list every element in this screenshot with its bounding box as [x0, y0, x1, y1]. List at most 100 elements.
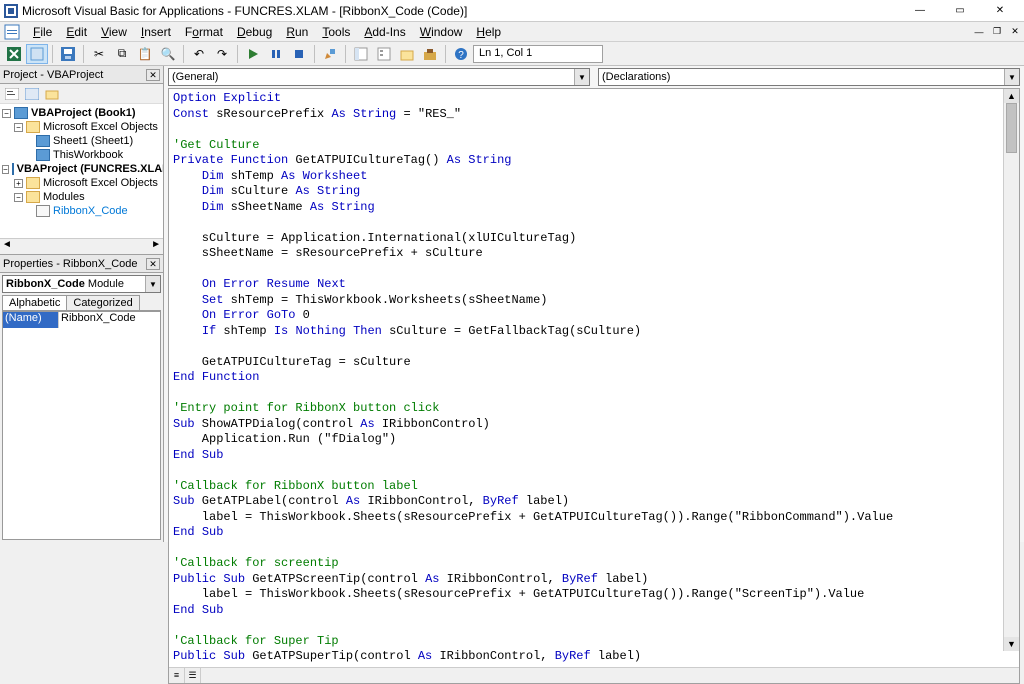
left-dock: Project - VBAProject ✕ −VBAProject (Book…: [0, 66, 164, 542]
mdi-minimize-button[interactable]: —: [970, 24, 988, 40]
tree-project-book1[interactable]: −VBAProject (Book1): [2, 106, 161, 120]
project-tree-hscroll[interactable]: ◄►: [0, 238, 163, 254]
app-icon: [4, 4, 18, 18]
tb-run-icon[interactable]: [242, 44, 264, 64]
project-tree[interactable]: −VBAProject (Book1) −Microsoft Excel Obj…: [0, 104, 163, 238]
tb-undo-icon[interactable]: ↶: [188, 44, 210, 64]
menu-help[interactable]: Help: [469, 23, 508, 41]
property-row-name[interactable]: (Name) RibbonX_Code: [3, 312, 160, 328]
tree-excel-objects-funcres[interactable]: +Microsoft Excel Objects: [2, 176, 161, 190]
window-title: Microsoft Visual Basic for Applications …: [22, 4, 900, 18]
tb-save-icon[interactable]: [57, 44, 79, 64]
view-code-icon[interactable]: [3, 86, 21, 102]
menu-edit[interactable]: Edit: [59, 23, 94, 41]
project-explorer-header: Project - VBAProject ✕: [0, 66, 163, 84]
menu-bar: File Edit View Insert Format Debug Run T…: [24, 23, 970, 41]
tb-sep: [445, 45, 446, 63]
tree-excel-objects-book1[interactable]: −Microsoft Excel Objects: [2, 120, 161, 134]
tb-find-icon[interactable]: 🔍: [157, 44, 179, 64]
vertical-scrollbar[interactable]: ▲ ▼: [1003, 89, 1019, 651]
tb-break-icon[interactable]: [265, 44, 287, 64]
code-text[interactable]: Option Explicit Const sResourcePrefix As…: [169, 89, 1019, 667]
tree-sheet1[interactable]: Sheet1 (Sheet1): [2, 134, 161, 148]
window-close-button[interactable]: ✕: [980, 1, 1020, 21]
chevron-down-icon[interactable]: ▼: [145, 276, 160, 292]
menu-file[interactable]: File: [26, 23, 59, 41]
scroll-thumb[interactable]: [1006, 103, 1017, 153]
tb-insert-userform-icon[interactable]: [26, 44, 48, 64]
mdi-restore-button[interactable]: ❐: [988, 24, 1006, 40]
view-object-icon[interactable]: [23, 86, 41, 102]
code-window: (General) ▼ (Declarations) ▼ Option Expl…: [164, 66, 1024, 542]
procedure-dropdown[interactable]: (Declarations) ▼: [598, 68, 1020, 86]
menu-addins[interactable]: Add-Ins: [357, 23, 412, 41]
tb-paste-icon[interactable]: 📋: [134, 44, 156, 64]
project-explorer-close-button[interactable]: ✕: [146, 69, 160, 81]
menu-tools[interactable]: Tools: [315, 23, 357, 41]
properties-title: Properties - RibbonX_Code: [3, 258, 146, 270]
tb-sep: [314, 45, 315, 63]
menu-insert[interactable]: Insert: [134, 23, 178, 41]
procedure-view-button[interactable]: ≡: [169, 668, 185, 683]
window-minimize-button[interactable]: —: [900, 1, 940, 21]
code-body[interactable]: Option Explicit Const sResourcePrefix As…: [169, 89, 1019, 667]
tb-sep: [345, 45, 346, 63]
tab-alphabetic[interactable]: Alphabetic: [2, 295, 67, 310]
menu-view[interactable]: View: [94, 23, 134, 41]
scroll-down-icon[interactable]: ▼: [1004, 637, 1019, 651]
tb-toolbox-icon[interactable]: [419, 44, 441, 64]
horizontal-scrollbar[interactable]: [201, 668, 1019, 683]
menu-window[interactable]: Window: [413, 23, 470, 41]
tree-modules-folder[interactable]: −Modules: [2, 190, 161, 204]
properties-grid[interactable]: (Name) RibbonX_Code: [2, 311, 161, 540]
project-explorer-toolbar: [0, 84, 163, 104]
tb-sep: [183, 45, 184, 63]
properties-object-combo[interactable]: RibbonX_Code Module ▼: [2, 275, 161, 293]
menu-run[interactable]: Run: [279, 23, 315, 41]
window-maximize-button[interactable]: ▭: [940, 1, 980, 21]
properties-tabs: Alphabetic Categorized: [2, 295, 161, 311]
tb-copy-icon[interactable]: ⧉: [111, 44, 133, 64]
tb-reset-icon[interactable]: [288, 44, 310, 64]
menu-row: File Edit View Insert Format Debug Run T…: [0, 22, 1024, 42]
tb-design-mode-icon[interactable]: [319, 44, 341, 64]
properties-header: Properties - RibbonX_Code ✕: [0, 255, 163, 273]
menu-format[interactable]: Format: [178, 23, 230, 41]
project-explorer-title: Project - VBAProject: [3, 69, 146, 81]
properties-close-button[interactable]: ✕: [146, 258, 160, 270]
tb-sep: [83, 45, 84, 63]
tb-properties-icon[interactable]: [373, 44, 395, 64]
property-name-value[interactable]: RibbonX_Code: [59, 312, 160, 328]
line-column-indicator: Ln 1, Col 1: [473, 45, 603, 63]
mdi-doc-icon: [4, 24, 20, 40]
tb-object-browser-icon[interactable]: [396, 44, 418, 64]
properties-pane: Properties - RibbonX_Code ✕ RibbonX_Code…: [0, 254, 163, 542]
object-dropdown[interactable]: (General) ▼: [168, 68, 590, 86]
tb-cut-icon[interactable]: ✂: [88, 44, 110, 64]
tb-help-icon[interactable]: ?: [450, 44, 472, 64]
tb-sep: [237, 45, 238, 63]
toggle-folders-icon[interactable]: [43, 86, 61, 102]
scroll-up-icon[interactable]: ▲: [1004, 89, 1019, 103]
tb-project-explorer-icon[interactable]: [350, 44, 372, 64]
chevron-down-icon[interactable]: ▼: [1004, 69, 1019, 85]
workspace: Project - VBAProject ✕ −VBAProject (Book…: [0, 66, 1024, 542]
code-footer: ≡ ☰: [169, 667, 1019, 683]
mdi-close-button[interactable]: ✕: [1006, 24, 1024, 40]
window-titlebar: Microsoft Visual Basic for Applications …: [0, 0, 1024, 22]
code-dropdown-row: (General) ▼ (Declarations) ▼: [164, 66, 1024, 88]
menu-debug[interactable]: Debug: [230, 23, 279, 41]
tree-project-funcres[interactable]: −VBAProject (FUNCRES.XLAM): [2, 162, 161, 176]
chevron-down-icon[interactable]: ▼: [574, 69, 589, 85]
code-area: Option Explicit Const sResourcePrefix As…: [168, 88, 1020, 684]
tb-redo-icon[interactable]: ↷: [211, 44, 233, 64]
standard-toolbar: ✂ ⧉ 📋 🔍 ↶ ↷ ? Ln 1, Col 1: [0, 42, 1024, 66]
property-name-label: (Name): [3, 312, 59, 328]
tree-ribbonx-code[interactable]: RibbonX_Code: [2, 204, 161, 218]
tab-categorized[interactable]: Categorized: [66, 295, 139, 310]
svg-text:?: ?: [458, 50, 464, 61]
full-module-view-button[interactable]: ☰: [185, 668, 201, 683]
tb-sep: [52, 45, 53, 63]
tb-view-excel-icon[interactable]: [3, 44, 25, 64]
tree-thisworkbook-book1[interactable]: ThisWorkbook: [2, 148, 161, 162]
